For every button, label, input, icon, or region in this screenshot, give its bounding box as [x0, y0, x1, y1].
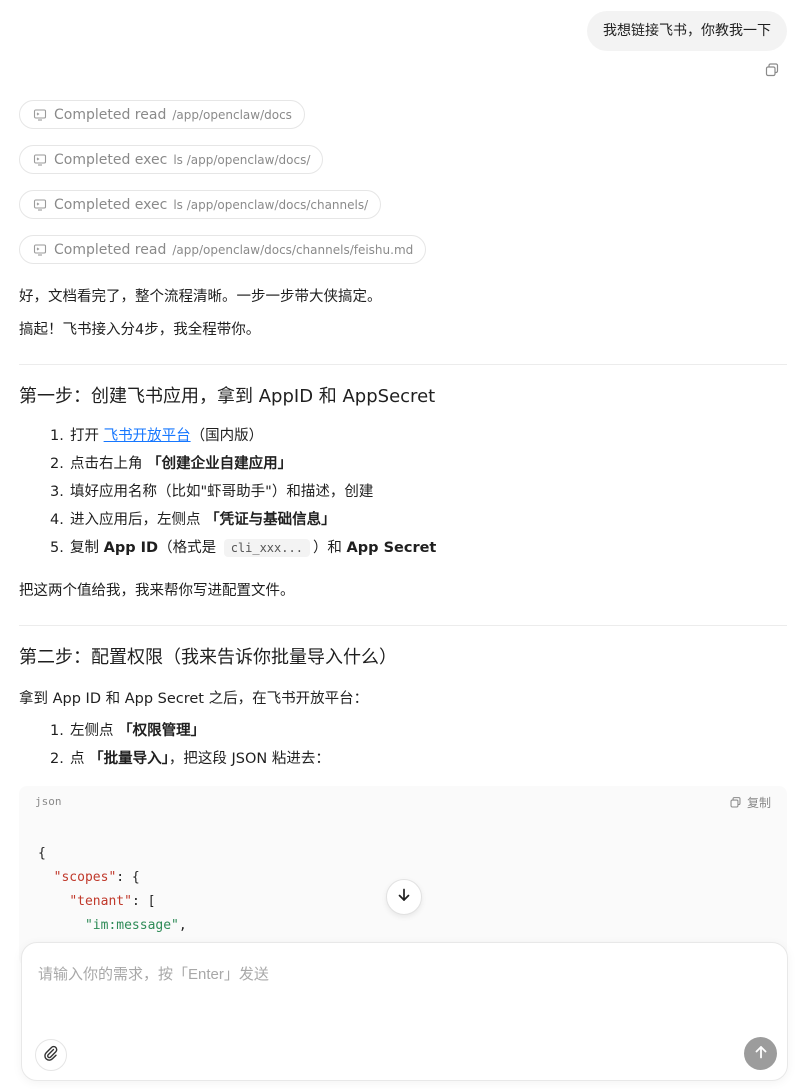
tool-call-path: ls /app/openclaw/docs/channels/	[173, 197, 369, 212]
list-item: 5. 复制 App ID（格式是 cli_xxx... ）和 App Secret	[50, 538, 436, 558]
code-line: {	[38, 842, 187, 866]
list-text: ，把这段 JSON 粘进去：	[168, 751, 330, 767]
tool-call-path: /app/openclaw/docs/channels/feishu.md	[172, 242, 414, 257]
user-message-bubble: 我想链接飞书，你教我一下	[587, 11, 787, 51]
inline-code: cli_xxx...	[223, 539, 310, 557]
list-text: （格式是	[158, 540, 221, 556]
code-content: { "scopes": { "tenant": [ "im:message",	[38, 842, 187, 938]
copy-icon[interactable]	[764, 62, 780, 78]
message-composer	[21, 942, 788, 1081]
tool-call-pill[interactable]: Completed exec ls /app/openclaw/docs/cha…	[19, 190, 382, 219]
code-line: "scopes": {	[38, 866, 187, 890]
list-text: 复制	[70, 540, 104, 556]
scroll-to-bottom-button[interactable]	[386, 879, 422, 915]
arrow-down-icon	[396, 887, 412, 907]
feishu-open-platform-link[interactable]: 飞书开放平台	[104, 428, 191, 444]
divider	[19, 625, 787, 626]
code-token: : {	[116, 870, 140, 885]
tool-call-path: /app/openclaw/docs	[172, 107, 292, 122]
list-text: 进入应用后，左侧点	[70, 512, 206, 528]
assistant-paragraph: 拿到 App ID 和 App Secret 之后，在飞书开放平台：	[19, 691, 369, 707]
attach-button[interactable]	[35, 1039, 67, 1071]
code-token: "tenant"	[69, 894, 132, 909]
step1-heading: 第一步：创建飞书应用，拿到 AppID 和 AppSecret	[19, 386, 436, 407]
copy-icon	[729, 796, 742, 809]
assistant-paragraph: 好，文档看完了，整个流程清晰。一步一步带大侠搞定。	[19, 289, 382, 305]
send-button[interactable]	[744, 1037, 777, 1070]
copy-code-label: 复制	[746, 796, 771, 810]
code-token: {	[38, 846, 46, 861]
list-bold-text: 「权限管理」	[118, 723, 206, 739]
list-number: 2.	[50, 456, 64, 472]
tool-call-pill[interactable]: Completed read /app/openclaw/docs	[19, 100, 305, 129]
code-language-label: json	[35, 795, 62, 808]
code-token: "im:message"	[84, 918, 179, 933]
list-item: 1. 左侧点 「权限管理」	[50, 721, 205, 741]
list-number: 1.	[50, 723, 64, 739]
tool-call-pill[interactable]: Completed exec ls /app/openclaw/docs/	[19, 145, 324, 174]
code-token: "scopes"	[53, 870, 117, 885]
code-block: json 复制 { "scopes": { "tenant": [ "im:me…	[19, 786, 787, 966]
list-text: 点	[70, 751, 90, 767]
tool-call-pill[interactable]: Completed read /app/openclaw/docs/channe…	[19, 235, 427, 264]
list-item: 2. 点击右上角 「创建企业自建应用」	[50, 454, 292, 474]
list-bold-text: 「创建企业自建应用」	[147, 456, 293, 472]
message-input[interactable]	[38, 961, 758, 987]
list-bold-text: App Secret	[346, 540, 437, 556]
list-text: ）和	[312, 540, 347, 556]
list-number: 2.	[50, 751, 64, 767]
list-bold-text: App ID	[103, 540, 159, 556]
list-bold-text: 「批量导入」	[89, 751, 169, 767]
assistant-paragraph: 把这两个值给我，我来帮你写进配置文件。	[19, 583, 295, 599]
list-number: 4.	[50, 512, 64, 528]
terminal-icon	[33, 108, 47, 122]
terminal-icon	[33, 243, 47, 257]
assistant-paragraph: 搞起！飞书接入分4步，我全程带你。	[19, 322, 261, 338]
list-bold-text: 「凭证与基础信息」	[205, 512, 336, 528]
tool-call-status: Completed exec	[54, 196, 168, 213]
user-message-row: 我想链接飞书，你教我一下	[587, 11, 787, 51]
list-item: 3. 填好应用名称（比如"虾哥助手"）和描述，创建	[50, 482, 373, 502]
list-text: （国内版）	[190, 428, 264, 444]
list-text: 打开	[70, 428, 104, 444]
paperclip-icon	[43, 1045, 59, 1065]
code-token: ,	[178, 918, 187, 933]
list-text: 左侧点	[70, 723, 119, 739]
list-item: 1. 打开 飞书开放平台（国内版）	[50, 426, 263, 446]
tool-call-status: Completed exec	[54, 151, 168, 168]
tool-call-status: Completed read	[54, 106, 167, 123]
tool-call-status: Completed read	[54, 241, 167, 258]
list-text: 填好应用名称（比如"虾哥助手"）和描述，创建	[70, 484, 374, 500]
list-number: 1.	[50, 428, 64, 444]
arrow-up-icon	[753, 1044, 769, 1064]
copy-code-button[interactable]: 复制	[729, 794, 771, 811]
code-token: : [	[131, 894, 156, 909]
list-item: 2. 点 「批量导入」，把这段 JSON 粘进去：	[50, 749, 330, 769]
list-item: 4. 进入应用后，左侧点 「凭证与基础信息」	[50, 510, 336, 530]
step2-heading: 第二步：配置权限（我来告诉你批量导入什么）	[19, 647, 397, 668]
terminal-icon	[33, 153, 47, 167]
tool-call-path: ls /app/openclaw/docs/	[173, 152, 311, 167]
list-number: 3.	[50, 484, 64, 500]
list-text: 点击右上角	[70, 456, 148, 472]
divider	[19, 364, 787, 365]
terminal-icon	[33, 198, 47, 212]
list-number: 5.	[50, 540, 64, 556]
code-line: "im:message",	[38, 914, 187, 938]
code-line: "tenant": [	[38, 890, 187, 914]
